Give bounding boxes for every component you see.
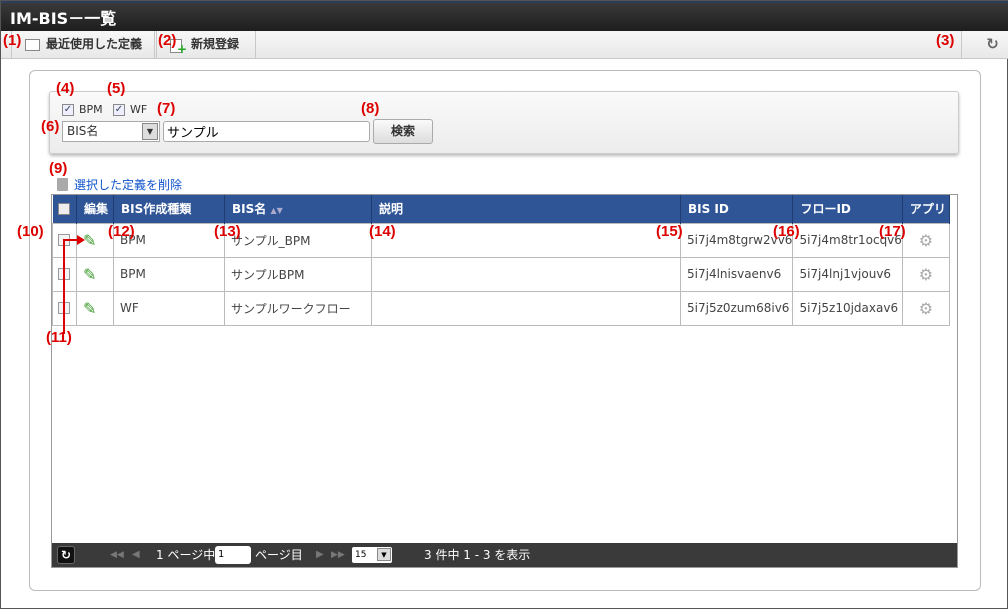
annotation-label: (1) — [3, 32, 22, 49]
annotation-label: (11) — [46, 329, 72, 346]
annotation-label: (10) — [17, 223, 44, 240]
annotation-label: (8) — [361, 100, 380, 117]
annotation-label: (13) — [214, 223, 241, 240]
annotation-label: (9) — [49, 160, 68, 177]
annotation-label: (4) — [56, 80, 75, 97]
annotation-label: (2) — [158, 32, 177, 49]
annotation-label: (5) — [107, 80, 126, 97]
annotation-label: (6) — [41, 118, 60, 135]
annotation-arrow — [63, 235, 85, 334]
annotation-label: (15) — [656, 223, 683, 240]
annotation-label: (3) — [936, 32, 955, 49]
annotation-label: (14) — [369, 223, 396, 240]
annotation-label: (12) — [108, 223, 135, 240]
annotation-label: (16) — [773, 223, 800, 240]
annotation-label: (17) — [879, 223, 906, 240]
annotation-label: (7) — [157, 100, 176, 117]
